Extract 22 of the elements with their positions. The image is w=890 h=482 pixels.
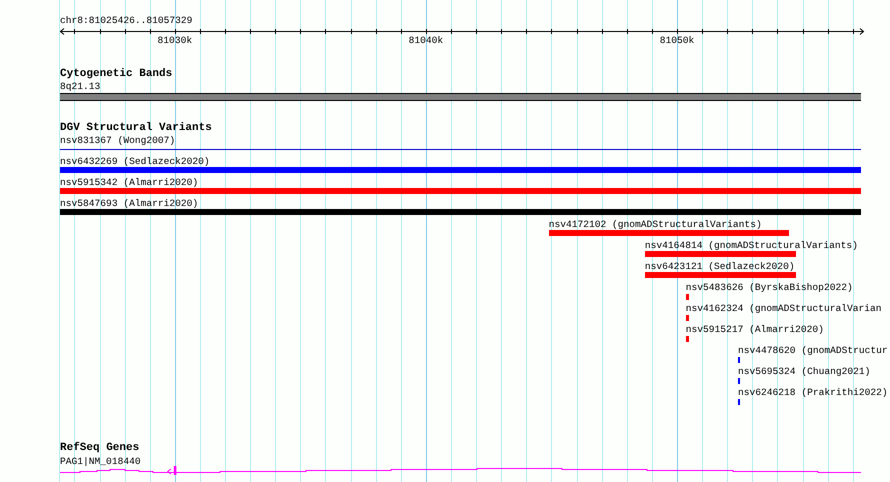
track-title: DGV Structural Variants	[60, 122, 212, 134]
variant-label: nsv5483626 (ByrskaBishop2022)	[686, 282, 853, 293]
variant-label: nsv4164814 (gnomADStructuralVariants)	[644, 240, 858, 251]
region-label: chr8:81025426..81057329	[60, 15, 192, 26]
tick-label: 81030k	[156, 35, 194, 46]
variant-label: nsv6423121 (Sedlazeck2020)	[644, 261, 795, 272]
variant-label: nsv5915217 (Almarri2020)	[686, 324, 824, 335]
tick-label: 81050k	[658, 35, 696, 46]
variant-label: nsv831367 (Wong2007)	[60, 135, 176, 146]
variant-label: nsv5695324 (Chuang2021)	[738, 366, 870, 377]
band-label: 8q21.13	[60, 81, 100, 92]
variant-label: nsv5847693 (Almarri2020)	[60, 198, 198, 209]
variant-label: nsv6432269 (Sedlazeck2020)	[60, 156, 210, 167]
variant-label: nsv4478620 (gnomADStructur	[738, 345, 888, 356]
variant-label: nsv6246218 (Prakrithi2022)	[738, 387, 888, 398]
variant-label: nsv5915342 (Almarri2020)	[60, 177, 198, 188]
track-title: RefSeq Genes	[60, 442, 140, 454]
track-title: Cytogenetic Bands	[60, 68, 172, 80]
gene-label: PAG1|NM_018440	[60, 456, 141, 467]
variant-label: nsv4172102 (gnomADStructuralVariants)	[548, 219, 762, 230]
variant-label: nsv4162324 (gnomADStructuralVarian	[686, 303, 882, 314]
tick-label: 81040k	[408, 35, 444, 46]
